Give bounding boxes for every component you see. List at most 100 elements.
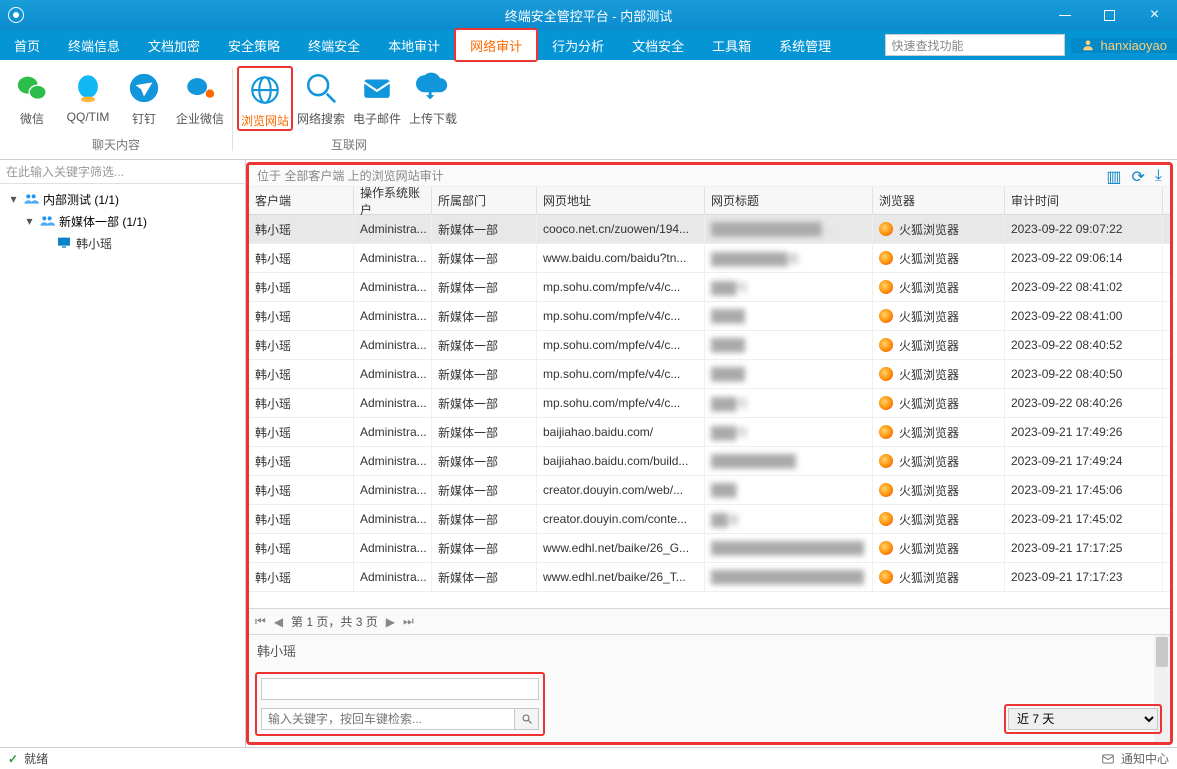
export-icon[interactable]: ⤓ xyxy=(1155,167,1162,187)
menu-5[interactable]: 本地审计 xyxy=(374,30,454,60)
table-row[interactable]: 韩小瑶Administra...新媒体一部www.edhl.net/baike/… xyxy=(249,534,1170,563)
cell-title: ████ xyxy=(705,360,873,388)
minimize-button[interactable] xyxy=(1042,0,1087,30)
table-row[interactable]: 韩小瑶Administra...新媒体一部mp.sohu.com/mpfe/v4… xyxy=(249,331,1170,360)
menu-1[interactable]: 终端信息 xyxy=(54,30,134,60)
group-icon xyxy=(39,213,55,229)
close-button[interactable]: × xyxy=(1132,0,1177,30)
ribbon-wecom[interactable]: 企业微信 xyxy=(172,66,228,127)
col-browser[interactable]: 浏览器 xyxy=(873,187,1005,214)
ribbon-globe[interactable]: 浏览网站 xyxy=(237,66,293,131)
search-button[interactable] xyxy=(515,708,539,730)
col-client[interactable]: 客户端 xyxy=(249,187,354,214)
cell-dept: 新媒体一部 xyxy=(432,534,537,562)
table-row[interactable]: 韩小瑶Administra...新媒体一部mp.sohu.com/mpfe/v4… xyxy=(249,273,1170,302)
menu-8[interactable]: 文档安全 xyxy=(618,30,698,60)
menu-7[interactable]: 行为分析 xyxy=(538,30,618,60)
page-next-icon[interactable]: ▶ xyxy=(386,615,395,629)
cell-dept: 新媒体一部 xyxy=(432,273,537,301)
table-row[interactable]: 韩小瑶Administra...新媒体一部baijiahao.baidu.com… xyxy=(249,447,1170,476)
ribbon-wechat[interactable]: 微信 xyxy=(4,66,60,127)
audit-grid: 客户端 操作系统账户 所属部门 网页地址 网页标题 浏览器 审计时间 韩小瑶Ad… xyxy=(249,187,1170,608)
ribbon-dingtalk[interactable]: 钉钉 xyxy=(116,66,172,127)
table-row[interactable]: 韩小瑶Administra...新媒体一部baijiahao.baidu.com… xyxy=(249,418,1170,447)
columns-icon[interactable]: ▥ xyxy=(1106,167,1121,187)
menu-2[interactable]: 文档加密 xyxy=(134,30,214,60)
tree-filter-input[interactable]: 在此输入关键字筛选... xyxy=(0,160,245,184)
cell-client: 韩小瑶 xyxy=(249,505,354,533)
table-row[interactable]: 韩小瑶Administra...新媒体一部cooco.net.cn/zuowen… xyxy=(249,215,1170,244)
group-icon xyxy=(23,191,39,207)
table-row[interactable]: 韩小瑶Administra...新媒体一部www.edhl.net/baike/… xyxy=(249,563,1170,592)
table-row[interactable]: 韩小瑶Administra...新媒体一部www.baidu.com/baidu… xyxy=(249,244,1170,273)
menu-3[interactable]: 安全策略 xyxy=(214,30,294,60)
cell-url: mp.sohu.com/mpfe/v4/c... xyxy=(537,273,705,301)
col-title[interactable]: 网页标题 xyxy=(705,187,873,214)
cell-account: Administra... xyxy=(354,534,432,562)
notification-center[interactable]: 通知中心 xyxy=(1121,750,1169,767)
pager: ⏮ ◀ 第 1 页，共 3 页 ▶ ⏭ xyxy=(249,608,1170,634)
cell-url: www.edhl.net/baike/26_G... xyxy=(537,534,705,562)
chevron-down-icon[interactable]: ▾ xyxy=(24,216,35,227)
tree-leaf[interactable]: 韩小瑶 xyxy=(0,232,245,254)
col-dept[interactable]: 所属部门 xyxy=(432,187,537,214)
cell-title: ███号 xyxy=(705,418,873,446)
table-row[interactable]: 韩小瑶Administra...新媒体一部mp.sohu.com/mpfe/v4… xyxy=(249,389,1170,418)
table-row[interactable]: 韩小瑶Administra...新媒体一部creator.douyin.com/… xyxy=(249,505,1170,534)
table-row[interactable]: 韩小瑶Administra...新媒体一部mp.sohu.com/mpfe/v4… xyxy=(249,360,1170,389)
user-menu[interactable]: hanxiaoyao xyxy=(1071,38,1177,53)
chevron-down-icon[interactable]: ▾ xyxy=(8,194,19,205)
col-url[interactable]: 网页地址 xyxy=(537,187,705,214)
table-row[interactable]: 韩小瑶Administra...新媒体一部mp.sohu.com/mpfe/v4… xyxy=(249,302,1170,331)
cell-dept: 新媒体一部 xyxy=(432,447,537,475)
page-prev-icon[interactable]: ◀ xyxy=(274,615,283,629)
cell-title: ████ xyxy=(705,302,873,330)
keyword-search-input[interactable] xyxy=(261,708,515,730)
menu-6[interactable]: 网络审计 xyxy=(454,28,538,62)
ribbon-search-net[interactable]: 网络搜索 xyxy=(293,66,349,131)
ribbon-updown[interactable]: 上传下载 xyxy=(405,66,461,131)
page-last-icon[interactable]: ⏭ xyxy=(403,614,414,629)
table-row[interactable]: 韩小瑶Administra...新媒体一部creator.douyin.com/… xyxy=(249,476,1170,505)
menu-9[interactable]: 工具箱 xyxy=(698,30,765,60)
ribbon-mail[interactable]: 电子邮件 xyxy=(349,66,405,131)
menu-0[interactable]: 首页 xyxy=(0,30,54,60)
statusbar: ✓ 就绪 通知中心 xyxy=(0,747,1177,769)
search-highlight-box xyxy=(255,672,545,736)
cell-browser: 火狐浏览器 xyxy=(873,244,1005,272)
cell-url: creator.douyin.com/web/... xyxy=(537,476,705,504)
quick-search-input[interactable]: 快速查找功能 xyxy=(885,34,1065,56)
cell-client: 韩小瑶 xyxy=(249,534,354,562)
refresh-icon[interactable]: ⟳ xyxy=(1132,167,1145,187)
period-select[interactable]: 近 7 天 xyxy=(1008,708,1158,730)
tree-leaf-label: 韩小瑶 xyxy=(76,235,112,252)
globe-icon xyxy=(247,72,283,108)
col-time[interactable]: 审计时间 xyxy=(1005,187,1163,214)
page-first-icon[interactable]: ⏮ xyxy=(255,614,266,629)
cell-browser: 火狐浏览器 xyxy=(873,447,1005,475)
breadcrumb: 位于 全部客户端 上的浏览网站审计 xyxy=(249,165,1170,187)
cell-dept: 新媒体一部 xyxy=(432,418,537,446)
cell-time: 2023-09-22 08:41:02 xyxy=(1005,273,1163,301)
cell-client: 韩小瑶 xyxy=(249,476,354,504)
cell-dept: 新媒体一部 xyxy=(432,331,537,359)
cell-account: Administra... xyxy=(354,244,432,272)
cell-account: Administra... xyxy=(354,476,432,504)
cell-client: 韩小瑶 xyxy=(249,244,354,272)
maximize-button[interactable] xyxy=(1087,0,1132,30)
cell-title: ██者 xyxy=(705,505,873,533)
ribbon-qq[interactable]: QQ/TIM xyxy=(60,66,116,127)
cell-title: █████████案 xyxy=(705,244,873,272)
cell-title: ████ xyxy=(705,331,873,359)
cell-client: 韩小瑶 xyxy=(249,215,354,243)
col-account[interactable]: 操作系统账户 xyxy=(354,187,432,214)
cell-client: 韩小瑶 xyxy=(249,360,354,388)
cell-account: Administra... xyxy=(354,360,432,388)
menu-10[interactable]: 系统管理 xyxy=(765,30,845,60)
menu-4[interactable]: 终端安全 xyxy=(294,30,374,60)
cell-title: ██████████ xyxy=(705,447,873,475)
cell-time: 2023-09-21 17:17:25 xyxy=(1005,534,1163,562)
tree-root[interactable]: ▾ 内部测试 (1/1) xyxy=(0,188,245,210)
tree-root-label: 内部测试 (1/1) xyxy=(43,191,119,208)
tree-child[interactable]: ▾ 新媒体一部 (1/1) xyxy=(0,210,245,232)
